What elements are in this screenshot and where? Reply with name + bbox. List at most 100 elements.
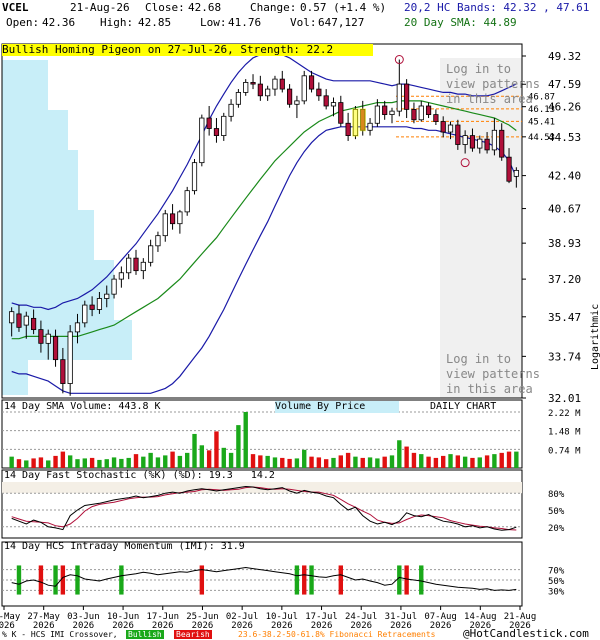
volume-bar-14 xyxy=(111,457,117,468)
volume-bar-9 xyxy=(75,459,80,468)
imi-signal-9 xyxy=(309,565,314,595)
candle-body-52 xyxy=(389,110,395,115)
volume-tick-label-2: 0.74 M xyxy=(548,446,581,456)
volume-bar-55 xyxy=(411,452,417,468)
chart-page: { "header": { "symbol": "VCEL", "date": … xyxy=(0,0,600,640)
price-tick-label-5: 40.67 xyxy=(548,203,581,216)
imi-signal-0 xyxy=(16,565,22,595)
volume-bar-62 xyxy=(462,456,468,468)
price-tick-label-8: 35.47 xyxy=(548,311,581,324)
candle-body-49 xyxy=(367,122,373,131)
candle-body-5 xyxy=(45,333,51,344)
volume-bar-39 xyxy=(294,458,300,468)
candle-body-18 xyxy=(140,261,146,272)
stoch-tick-label-1: 50% xyxy=(548,507,565,517)
volume-bar-54 xyxy=(404,446,409,468)
volume-bar-13 xyxy=(104,459,109,468)
volume-bar-21 xyxy=(163,455,168,468)
volume-bar-61 xyxy=(455,455,461,468)
volume-by-price-bar-0 xyxy=(2,60,48,110)
imi-signal-12 xyxy=(404,565,409,595)
vbp-label: Volume By Price xyxy=(275,401,400,413)
volume-bar-44 xyxy=(331,457,336,468)
volume-bar-58 xyxy=(433,457,439,468)
volume-bar-17 xyxy=(133,454,139,468)
pattern-highlight-47 xyxy=(352,108,359,137)
volume-by-price-bar-1 xyxy=(2,110,68,150)
volume-bar-37 xyxy=(280,457,285,468)
legend-fibonacci: 23.6-38.2-50-61.8% Fibonacci Retracement… xyxy=(238,630,436,639)
imi-label: 14 Day HCS Intraday Momentum (IMI): 31.9 xyxy=(4,541,245,552)
imi-signal-4 xyxy=(75,565,80,595)
candle-body-25 xyxy=(191,162,198,192)
candle-body-34 xyxy=(257,83,263,97)
volume-bar-3 xyxy=(31,458,36,468)
volume-bar-63 xyxy=(470,457,475,468)
price-tick-label-10: 32.01 xyxy=(548,392,581,405)
candle-body-56 xyxy=(418,105,424,121)
candle-body-16 xyxy=(126,257,132,274)
candle-body-67 xyxy=(499,129,505,158)
candle-body-19 xyxy=(148,245,154,263)
volume-bar-47 xyxy=(353,456,358,468)
fib-label-2: 45.41 xyxy=(528,117,555,127)
volume-bar-27 xyxy=(206,450,212,468)
imi-signal-5 xyxy=(119,565,124,595)
price-tick-label-7: 37.20 xyxy=(548,273,581,286)
volume-bar-38 xyxy=(287,458,292,468)
candle-body-45 xyxy=(338,102,344,124)
candle-body-60 xyxy=(447,124,454,133)
volume-bar-64 xyxy=(477,457,482,468)
candle-body-1 xyxy=(16,313,22,328)
volume-bar-65 xyxy=(484,455,490,468)
volume-bar-51 xyxy=(382,456,387,468)
volume-bar-16 xyxy=(126,457,131,468)
candle-body-63 xyxy=(469,135,476,149)
daily-chart-label: DAILY CHART xyxy=(430,401,497,412)
login-patterns-top[interactable]: Log in to view patterns in this area xyxy=(446,62,540,107)
price-tick-label-9: 33.74 xyxy=(548,350,581,363)
candle-body-59 xyxy=(440,121,446,133)
volume-bar-6 xyxy=(53,455,58,468)
candle-body-65 xyxy=(484,138,490,151)
candle-body-40 xyxy=(301,75,307,102)
volume-bar-2 xyxy=(24,460,29,468)
stoch-label: 14 Day Fast Stochastic (%K) (%D): 19.3 1… xyxy=(4,470,275,481)
imi-tick-label-1: 50% xyxy=(548,577,565,587)
volume-bar-34 xyxy=(258,455,263,468)
volume-bar-19 xyxy=(148,452,153,468)
volume-bar-12 xyxy=(97,459,102,468)
copyright[interactable]: @HotCandlestick.com xyxy=(463,628,589,640)
volume-bar-33 xyxy=(250,454,256,468)
candle-body-32 xyxy=(243,82,249,93)
legend-bearish: Bearish xyxy=(174,630,212,639)
price-tick-label-6: 38.93 xyxy=(548,237,581,250)
candle-body-29 xyxy=(221,115,227,136)
volume-bar-32 xyxy=(243,412,248,468)
volume-bar-50 xyxy=(375,458,380,468)
volume-bar-56 xyxy=(419,454,424,468)
volume-bar-36 xyxy=(272,457,278,468)
volume-bar-30 xyxy=(228,452,234,468)
candle-body-30 xyxy=(228,103,234,117)
candle-body-55 xyxy=(411,109,417,121)
imi-signal-13 xyxy=(419,565,424,595)
candle-body-41 xyxy=(308,75,315,90)
volume-bar-7 xyxy=(60,451,66,468)
volume-bar-15 xyxy=(119,458,124,468)
volume-bar-42 xyxy=(316,457,322,468)
volume-by-price-bar-6 xyxy=(2,360,28,395)
fib-label-3: 44.53 xyxy=(528,133,555,143)
volume-bar-46 xyxy=(345,452,351,468)
candle-body-2 xyxy=(23,315,29,326)
candle-body-17 xyxy=(133,257,139,272)
stoch-tick-label-0: 80% xyxy=(548,490,565,500)
candle-body-7 xyxy=(60,359,66,384)
candle-body-68 xyxy=(506,156,512,182)
volume-bar-5 xyxy=(46,460,51,468)
candle-body-51 xyxy=(382,105,388,115)
login-patterns-bottom[interactable]: Log in to view patterns in this area xyxy=(446,352,540,397)
y-axis-label: Logarithmic xyxy=(590,303,600,370)
volume-bar-68 xyxy=(506,451,512,468)
volume-bar-40 xyxy=(302,449,307,468)
